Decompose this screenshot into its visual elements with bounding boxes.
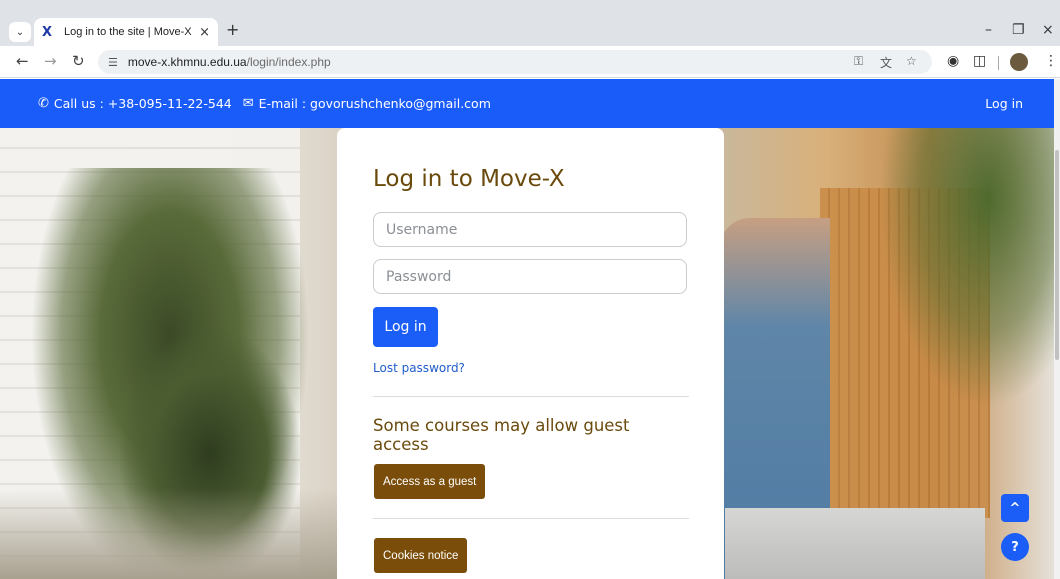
browser-tabstrip: ⌄ X Log in to the site | Move-X × + – ❐ …: [0, 0, 1060, 46]
site-header: ✆ Call us : +38-095-11-22-544 ✉ E-mail :…: [0, 79, 1060, 128]
divider: [373, 396, 689, 397]
new-tab-button[interactable]: +: [226, 20, 239, 39]
question-icon: ?: [1011, 539, 1019, 555]
contact-info: ✆ Call us : +38-095-11-22-544 ✉ E-mail :…: [38, 96, 491, 111]
close-icon[interactable]: ×: [199, 25, 210, 40]
chevron-down-icon[interactable]: ⌄: [9, 22, 31, 42]
plant-right: [880, 128, 1060, 408]
reload-icon[interactable]: ↻: [72, 52, 85, 70]
minimize-icon[interactable]: –: [985, 22, 992, 38]
close-icon[interactable]: ×: [1042, 22, 1054, 38]
restore-icon[interactable]: ❐: [1012, 22, 1025, 38]
site-favicon-icon: X: [42, 24, 53, 40]
address-bar[interactable]: ☰ move-x.khmnu.edu.ua/login/index.php ⚿ …: [98, 50, 932, 74]
translate-icon[interactable]: 文: [880, 54, 892, 71]
back-to-top-button[interactable]: ^: [1001, 494, 1029, 522]
phone-text: Call us : +38-095-11-22-544: [53, 96, 232, 111]
profile-avatar[interactable]: [1010, 53, 1028, 71]
laptop: [725, 508, 985, 579]
divider: [373, 518, 689, 519]
scrollbar-thumb[interactable]: [1055, 150, 1059, 360]
guest-access-heading: Some courses may allow guest access: [373, 416, 630, 454]
floor-shadow: [0, 488, 340, 579]
key-icon[interactable]: ⚿: [854, 54, 863, 69]
password-input[interactable]: [373, 259, 687, 294]
envelope-icon: ✉: [242, 96, 254, 111]
email-text: E-mail : govorushchenko@gmail.com: [258, 96, 491, 111]
browser-toolbar: ← → ↻ ☰ move-x.khmnu.edu.ua/login/index.…: [0, 46, 1060, 78]
kebab-menu-icon[interactable]: ⋮: [1044, 53, 1058, 69]
login-button[interactable]: Log in: [373, 307, 438, 347]
header-login-link[interactable]: Log in: [985, 96, 1023, 111]
guest-access-button[interactable]: Access as a guest: [374, 464, 486, 499]
arrow-right-icon[interactable]: →: [44, 52, 57, 70]
lost-password-link[interactable]: Lost password?: [373, 361, 465, 375]
puzzle-icon[interactable]: ◫: [973, 53, 986, 69]
star-icon[interactable]: ☆: [906, 54, 917, 68]
help-button[interactable]: ?: [1001, 533, 1029, 561]
chevron-up-icon: ^: [1009, 500, 1021, 516]
toolbar-divider: [998, 56, 999, 70]
browser-tab[interactable]: X Log in to the site | Move-X ×: [34, 18, 218, 46]
arrow-left-icon[interactable]: ←: [16, 52, 29, 70]
extension-shield-icon[interactable]: ◉: [947, 53, 959, 69]
cookies-notice-button[interactable]: Cookies notice: [374, 538, 468, 573]
phone-icon: ✆: [38, 96, 49, 111]
username-input[interactable]: [373, 212, 687, 247]
login-card: Log in to Move-X Log in Lost password? S…: [337, 128, 724, 579]
login-title: Log in to Move-X: [373, 166, 565, 192]
url-text[interactable]: move-x.khmnu.edu.ua/login/index.php: [128, 55, 331, 69]
tune-icon[interactable]: ☰: [108, 56, 118, 69]
tab-title: Log in to the site | Move-X: [64, 26, 192, 38]
